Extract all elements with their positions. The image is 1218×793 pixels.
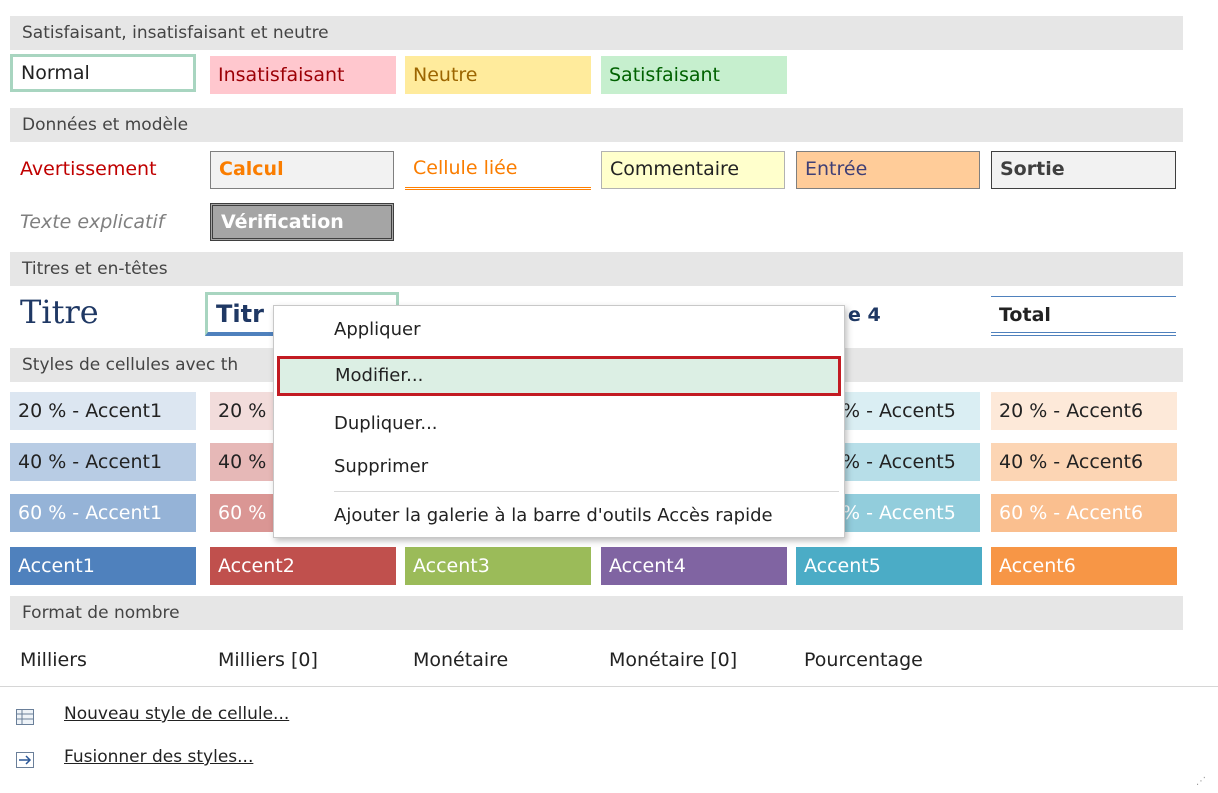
style-insatisfaisant[interactable]: Insatisfaisant	[210, 56, 396, 94]
style-titre[interactable]: Titre	[12, 290, 198, 334]
resize-grip[interactable]: ⋰	[1196, 776, 1210, 788]
style-accent6[interactable]: Accent6	[991, 547, 1177, 585]
menu-separator	[334, 491, 839, 492]
style-avertissement[interactable]: Avertissement	[12, 150, 198, 188]
style-commentaire[interactable]: Commentaire	[601, 151, 785, 189]
style-accent3[interactable]: Accent3	[405, 547, 591, 585]
style-normal[interactable]: Normal	[10, 54, 196, 92]
new-style-icon	[16, 706, 34, 725]
style-titre-4[interactable]: e 4	[840, 296, 980, 334]
menu-item-supprimer[interactable]: Supprimer	[274, 447, 844, 487]
style-cellule-liee[interactable]: Cellule liée	[405, 150, 591, 190]
menu-item-dupliquer[interactable]: Dupliquer...	[274, 404, 844, 444]
new-cell-style-command[interactable]: Nouveau style de cellule...	[16, 700, 289, 728]
style-satisfaisant[interactable]: Satisfaisant	[601, 56, 787, 94]
merge-styles-icon	[16, 749, 34, 768]
style-40-accent5[interactable]: % - Accent5	[840, 443, 980, 481]
menu-item-appliquer[interactable]: Appliquer	[274, 310, 844, 350]
style-60-accent5[interactable]: % - Accent5	[840, 494, 980, 532]
merge-styles-label: Fusionner des styles...	[64, 747, 254, 767]
style-entree[interactable]: Entrée	[796, 151, 980, 189]
style-accent4[interactable]: Accent4	[601, 547, 787, 585]
style-texte-explicatif[interactable]: Texte explicatif	[12, 203, 198, 241]
style-accent5[interactable]: Accent5	[796, 547, 982, 585]
merge-styles-command[interactable]: Fusionner des styles...	[16, 743, 253, 771]
style-60-accent6[interactable]: 60 % - Accent6	[991, 494, 1177, 532]
style-40-accent6[interactable]: 40 % - Accent6	[991, 443, 1177, 481]
style-pourcentage[interactable]: Pourcentage	[796, 641, 982, 679]
style-verification[interactable]: Vérification	[210, 203, 394, 241]
style-neutre[interactable]: Neutre	[405, 56, 591, 94]
style-20-accent5[interactable]: % - Accent5	[840, 392, 980, 430]
style-monetaire[interactable]: Monétaire	[405, 641, 591, 679]
context-menu: Appliquer Modifier... Dupliquer... Suppr…	[273, 305, 845, 538]
style-60-accent2[interactable]: 60 %	[210, 494, 274, 532]
style-20-accent2[interactable]: 20 %	[210, 392, 274, 430]
style-milliers[interactable]: Milliers	[12, 641, 198, 679]
style-accent2[interactable]: Accent2	[210, 547, 396, 585]
section-header-data-model: Données et modèle	[10, 108, 1183, 142]
menu-item-ajouter-galerie[interactable]: Ajouter la galerie à la barre d'outils A…	[274, 496, 844, 536]
style-20-accent6[interactable]: 20 % - Accent6	[991, 392, 1177, 430]
style-calcul[interactable]: Calcul	[210, 151, 394, 189]
section-header-titles: Titres et en-têtes	[10, 252, 1183, 286]
style-monetaire-0[interactable]: Monétaire [0]	[601, 641, 787, 679]
section-header-good-bad-neutral: Satisfaisant, insatisfaisant et neutre	[10, 16, 1183, 50]
style-60-accent1[interactable]: 60 % - Accent1	[10, 494, 196, 532]
style-sortie[interactable]: Sortie	[991, 151, 1176, 189]
gallery-divider	[0, 686, 1218, 687]
style-milliers-0[interactable]: Milliers [0]	[210, 641, 396, 679]
style-40-accent2[interactable]: 40 %	[210, 443, 274, 481]
menu-item-modifier[interactable]: Modifier...	[277, 356, 841, 396]
style-20-accent1[interactable]: 20 % - Accent1	[10, 392, 196, 430]
style-40-accent1[interactable]: 40 % - Accent1	[10, 443, 196, 481]
style-total[interactable]: Total	[991, 296, 1176, 336]
section-header-number-format: Format de nombre	[10, 596, 1183, 630]
new-cell-style-label: Nouveau style de cellule...	[64, 704, 290, 724]
style-accent1[interactable]: Accent1	[10, 547, 196, 585]
